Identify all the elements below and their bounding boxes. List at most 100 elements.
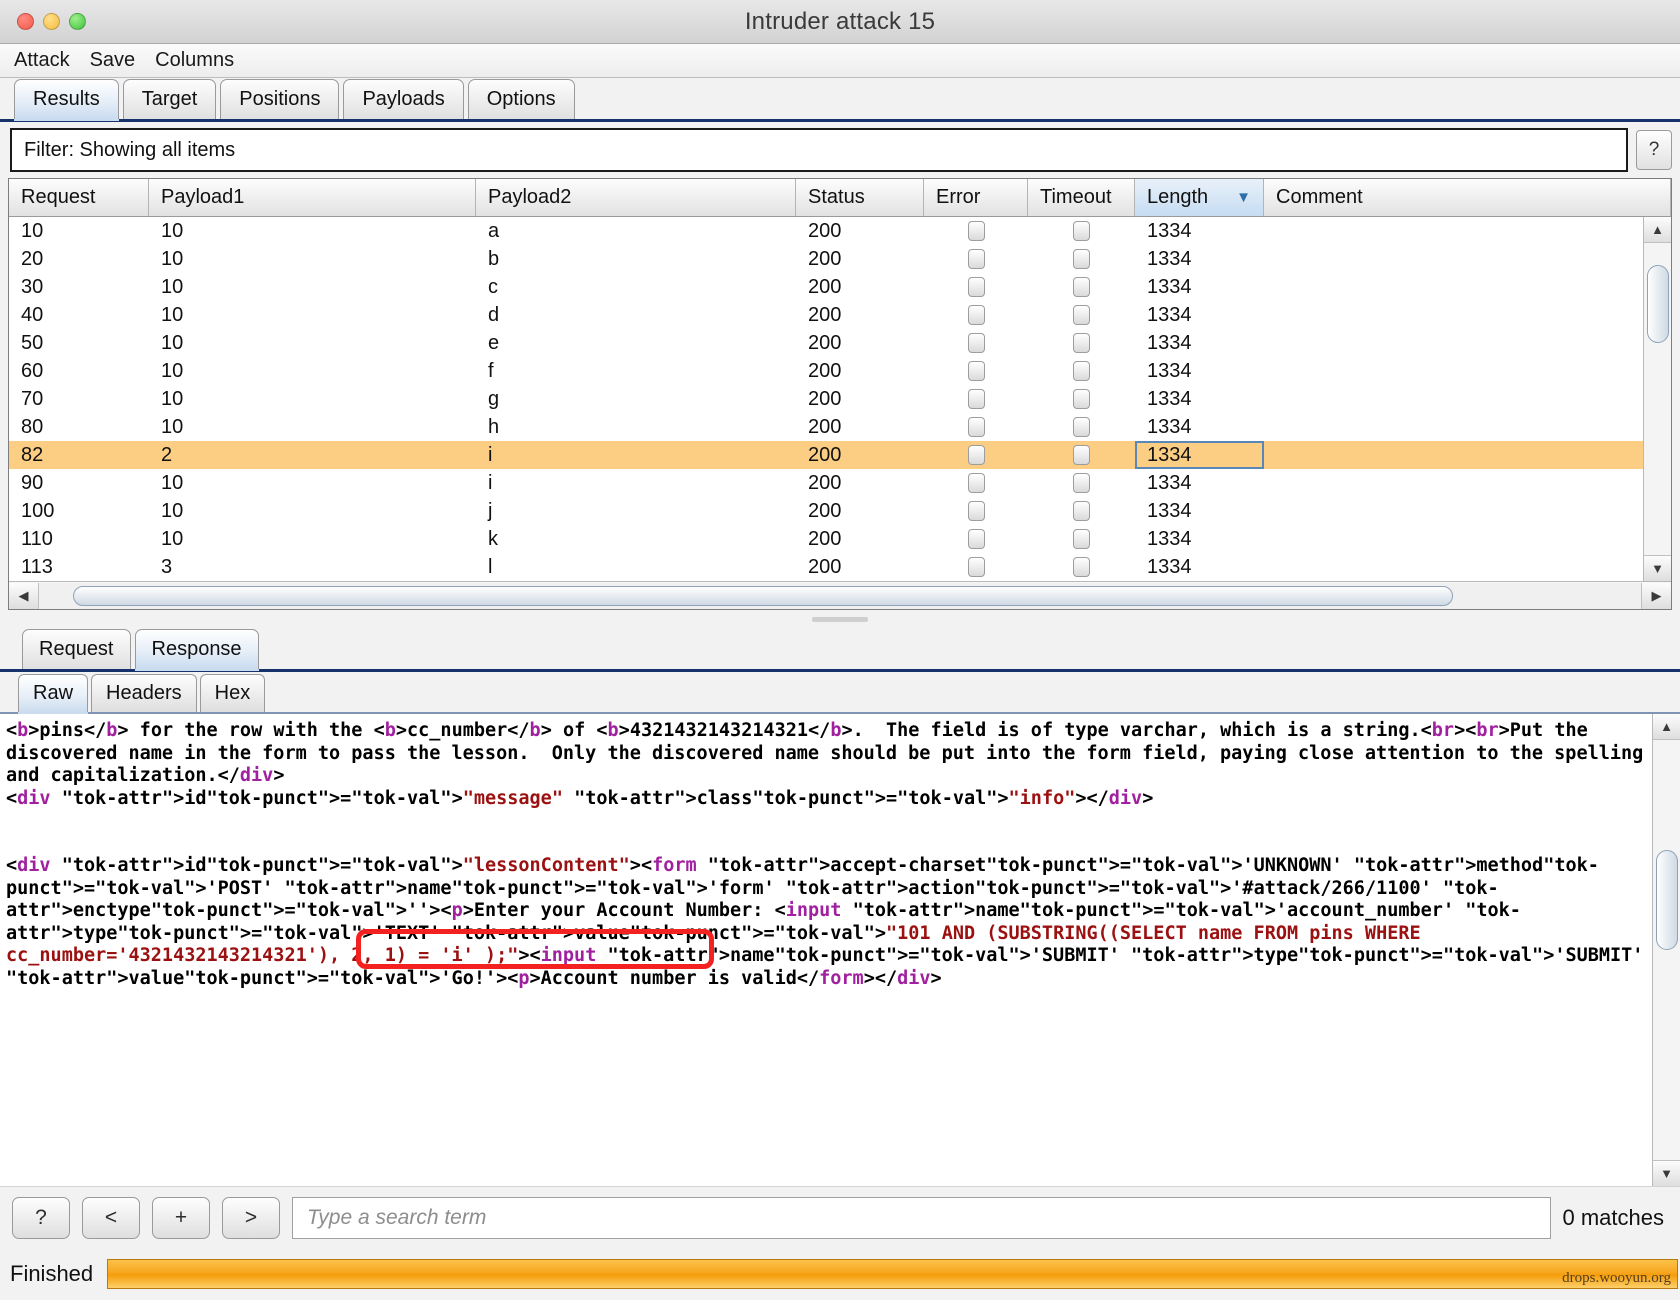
tab-options[interactable]: Options	[468, 79, 575, 119]
tab-results[interactable]: Results	[14, 79, 119, 119]
column-header-comment[interactable]: Comment	[1264, 179, 1671, 216]
column-header-timeout[interactable]: Timeout	[1028, 179, 1135, 216]
timeout-checkbox[interactable]	[1073, 417, 1090, 437]
error-checkbox[interactable]	[968, 473, 985, 493]
error-checkbox[interactable]	[968, 389, 985, 409]
error-checkbox[interactable]	[968, 333, 985, 353]
column-header-status[interactable]: Status	[796, 179, 924, 216]
error-checkbox[interactable]	[968, 557, 985, 577]
results-scroll-thumb[interactable]	[1647, 265, 1669, 343]
timeout-checkbox[interactable]	[1073, 361, 1090, 381]
tab-response[interactable]: Response	[135, 629, 259, 669]
table-row[interactable]: 2010b2001334	[9, 245, 1671, 273]
cell-comment[interactable]	[1264, 301, 1671, 329]
search-next-button[interactable]: >	[222, 1197, 280, 1239]
scroll-up-icon[interactable]: ▲	[1644, 217, 1672, 243]
splitter-grip[interactable]	[812, 617, 868, 622]
tab-target[interactable]: Target	[123, 79, 217, 119]
menu-columns[interactable]: Columns	[155, 49, 234, 72]
response-raw-text[interactable]: <b>pins</b> for the row with the <b>cc_n…	[0, 714, 1652, 1186]
cell-payload1: 10	[149, 357, 476, 385]
error-checkbox[interactable]	[968, 361, 985, 381]
timeout-checkbox[interactable]	[1073, 445, 1090, 465]
timeout-checkbox[interactable]	[1073, 529, 1090, 549]
error-checkbox[interactable]	[968, 501, 985, 521]
table-row[interactable]: 1133l2001334	[9, 553, 1671, 581]
search-previous-button[interactable]: <	[82, 1197, 140, 1239]
table-row[interactable]: 4010d2001334	[9, 301, 1671, 329]
tab-hex[interactable]: Hex	[200, 674, 266, 712]
cell-comment[interactable]	[1264, 525, 1671, 553]
tab-request[interactable]: Request	[22, 629, 131, 669]
timeout-checkbox[interactable]	[1073, 249, 1090, 269]
column-header-error[interactable]: Error	[924, 179, 1028, 216]
cell-comment[interactable]	[1264, 329, 1671, 357]
column-header-request[interactable]: Request	[9, 179, 149, 216]
tab-headers[interactable]: Headers	[91, 674, 197, 712]
cell-comment[interactable]	[1264, 469, 1671, 497]
table-row[interactable]: 8010h2001334	[9, 413, 1671, 441]
length-cell-focus-outline[interactable]: 1334	[1135, 441, 1264, 469]
timeout-checkbox[interactable]	[1073, 557, 1090, 577]
timeout-checkbox[interactable]	[1073, 221, 1090, 241]
results-hscroll-track[interactable]	[39, 583, 1641, 609]
cell-comment[interactable]	[1264, 497, 1671, 525]
table-row[interactable]: 10010j2001334	[9, 497, 1671, 525]
response-scroll-track[interactable]	[1653, 740, 1680, 1160]
panel-splitter[interactable]	[0, 610, 1680, 628]
table-row[interactable]: 822i2001334	[9, 441, 1671, 469]
timeout-checkbox[interactable]	[1073, 473, 1090, 493]
tab-payloads[interactable]: Payloads	[343, 79, 463, 119]
table-row[interactable]: 7010g2001334	[9, 385, 1671, 413]
table-row[interactable]: 9010i2001334	[9, 469, 1671, 497]
table-row[interactable]: 1010a2001334	[9, 217, 1671, 245]
cell-comment[interactable]	[1264, 273, 1671, 301]
timeout-checkbox[interactable]	[1073, 277, 1090, 297]
error-checkbox[interactable]	[968, 305, 985, 325]
scroll-left-icon[interactable]: ◀	[9, 583, 39, 609]
response-scroll-up-icon[interactable]: ▲	[1653, 714, 1680, 740]
table-row[interactable]: 5010e2001334	[9, 329, 1671, 357]
error-checkbox[interactable]	[968, 529, 985, 549]
response-scroll-down-icon[interactable]: ▼	[1653, 1160, 1680, 1186]
scroll-down-icon[interactable]: ▼	[1644, 555, 1672, 581]
menu-save[interactable]: Save	[90, 49, 136, 72]
search-help-button[interactable]: ?	[12, 1197, 70, 1239]
results-horizontal-scrollbar[interactable]: ◀ ▶	[9, 581, 1671, 609]
search-add-button[interactable]: +	[152, 1197, 210, 1239]
search-input[interactable]: Type a search term	[292, 1197, 1551, 1239]
error-checkbox[interactable]	[968, 417, 985, 437]
table-row[interactable]: 3010c2001334	[9, 273, 1671, 301]
table-row[interactable]: 6010f2001334	[9, 357, 1671, 385]
error-checkbox[interactable]	[968, 445, 985, 465]
cell-comment[interactable]	[1264, 245, 1671, 273]
cell-comment[interactable]	[1264, 385, 1671, 413]
results-hscroll-thumb[interactable]	[73, 586, 1453, 606]
tab-positions[interactable]: Positions	[220, 79, 339, 119]
error-checkbox[interactable]	[968, 249, 985, 269]
cell-comment[interactable]	[1264, 553, 1671, 581]
cell-comment[interactable]	[1264, 357, 1671, 385]
cell-comment[interactable]	[1264, 441, 1671, 469]
column-header-payload2[interactable]: Payload2	[476, 179, 796, 216]
response-scroll-thumb[interactable]	[1656, 850, 1678, 950]
column-header-length[interactable]: Length ▼	[1135, 179, 1264, 216]
response-vertical-scrollbar[interactable]: ▲ ▼	[1652, 714, 1680, 1186]
timeout-checkbox[interactable]	[1073, 305, 1090, 325]
filter-bar[interactable]: Filter: Showing all items	[10, 128, 1628, 172]
results-vertical-scrollbar[interactable]: ▲ ▼	[1643, 217, 1671, 581]
table-row[interactable]: 11010k2001334	[9, 525, 1671, 553]
cell-comment[interactable]	[1264, 217, 1671, 245]
results-scroll-track[interactable]	[1644, 243, 1672, 555]
filter-help-button[interactable]: ?	[1636, 130, 1672, 170]
cell-comment[interactable]	[1264, 413, 1671, 441]
tab-raw[interactable]: Raw	[18, 674, 88, 712]
column-header-payload1[interactable]: Payload1	[149, 179, 476, 216]
timeout-checkbox[interactable]	[1073, 389, 1090, 409]
scroll-right-icon[interactable]: ▶	[1641, 583, 1671, 609]
timeout-checkbox[interactable]	[1073, 501, 1090, 521]
timeout-checkbox[interactable]	[1073, 333, 1090, 353]
error-checkbox[interactable]	[968, 277, 985, 297]
menu-attack[interactable]: Attack	[14, 49, 70, 72]
error-checkbox[interactable]	[968, 221, 985, 241]
